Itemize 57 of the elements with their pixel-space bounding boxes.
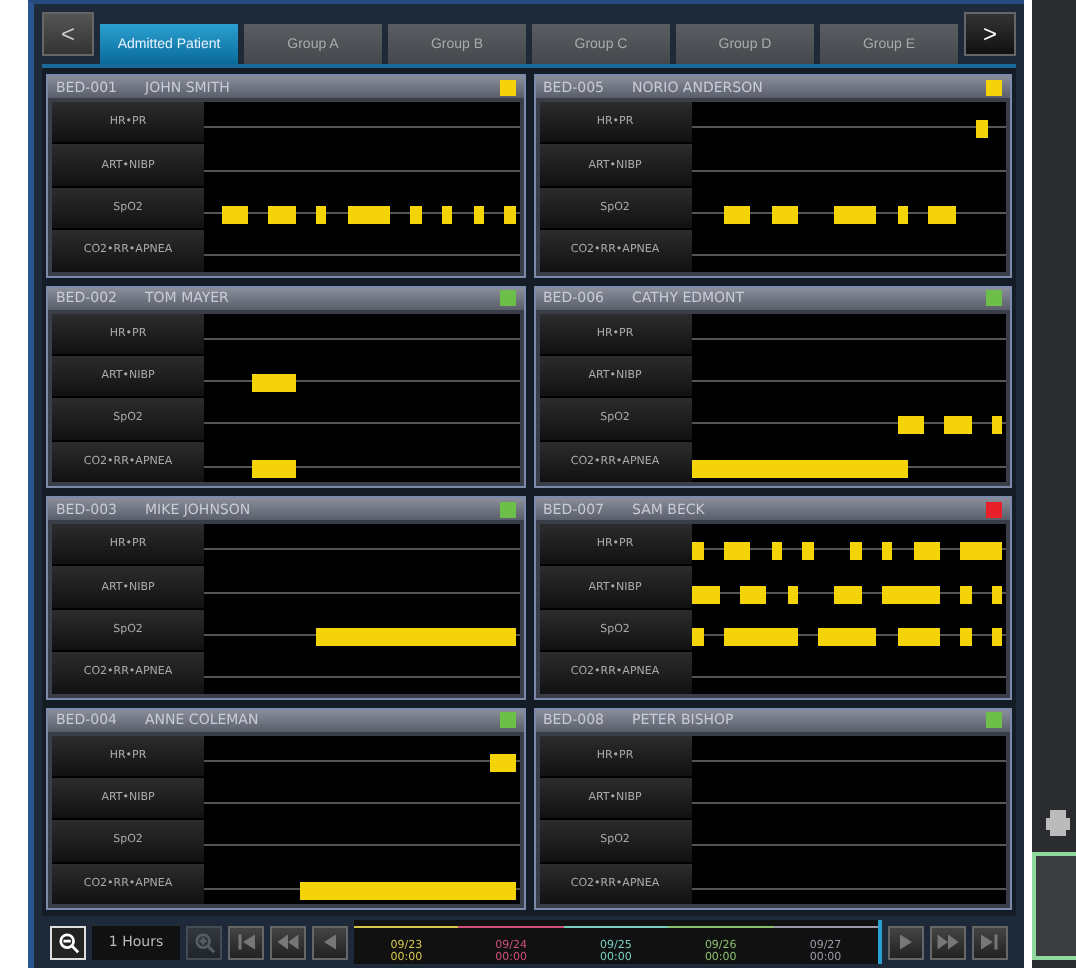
alarm-bar (897, 416, 925, 435)
zoom-out-button[interactable] (50, 925, 86, 959)
alarm-bar (881, 585, 940, 604)
alarm-bar (960, 542, 1003, 561)
side-panel-button[interactable] (1032, 852, 1076, 960)
alarm-bar (944, 416, 972, 435)
alarm-bar (692, 627, 704, 646)
alarm-bar (724, 542, 751, 561)
alarm-bar (252, 374, 296, 393)
first-button[interactable] (228, 925, 264, 959)
previous-button[interactable]: < (42, 12, 94, 56)
fast-forward-button[interactable] (930, 925, 966, 959)
alarm-bar (991, 627, 1003, 646)
alarm-bar (881, 542, 893, 561)
last-button[interactable] (972, 925, 1008, 959)
alarm-bar (473, 205, 485, 224)
alarm-bar (441, 205, 453, 224)
skip-forward-icon (978, 930, 1002, 954)
alarm-bar (221, 205, 249, 224)
alarm-bar (834, 585, 862, 604)
alarm-bar (991, 416, 1003, 435)
alarm-bar (315, 205, 327, 224)
rewind-icon (276, 930, 300, 954)
alarm-bar (771, 542, 783, 561)
rewind-button[interactable] (270, 925, 306, 959)
alarm-bar (960, 585, 972, 604)
alarm-bar (504, 205, 516, 224)
alarm-bar (724, 205, 751, 224)
alarm-bar (724, 627, 799, 646)
alarm-bar (913, 542, 940, 561)
alarm-bar (252, 459, 296, 478)
alarm-bar (850, 542, 862, 561)
alarm-bar (771, 205, 799, 224)
back-button[interactable] (312, 925, 348, 959)
zoom-in-icon (193, 931, 215, 953)
zoom-out-icon (57, 931, 79, 953)
alarm-bar (834, 205, 877, 224)
alarm-bar (787, 585, 799, 604)
alarm-bar (410, 205, 422, 224)
alarm-bar (897, 205, 909, 224)
next-button[interactable]: > (964, 12, 1016, 56)
alarm-bar (739, 585, 767, 604)
alarm-bar (692, 542, 704, 561)
skip-back-icon (234, 930, 258, 954)
alarm-bar (991, 585, 1003, 604)
alarm-bar (928, 205, 956, 224)
alarm-bar (960, 627, 972, 646)
alarm-bar (347, 205, 390, 224)
forward-button[interactable] (888, 925, 924, 959)
alarm-bar (692, 585, 720, 604)
alarm-bar (268, 205, 296, 224)
alarm-bar (818, 627, 877, 646)
alarm-bar (489, 753, 516, 772)
alarm-bar (802, 542, 814, 561)
alarm-bar (976, 120, 988, 139)
fast-forward-icon (936, 930, 960, 954)
alarm-bar (897, 627, 940, 646)
